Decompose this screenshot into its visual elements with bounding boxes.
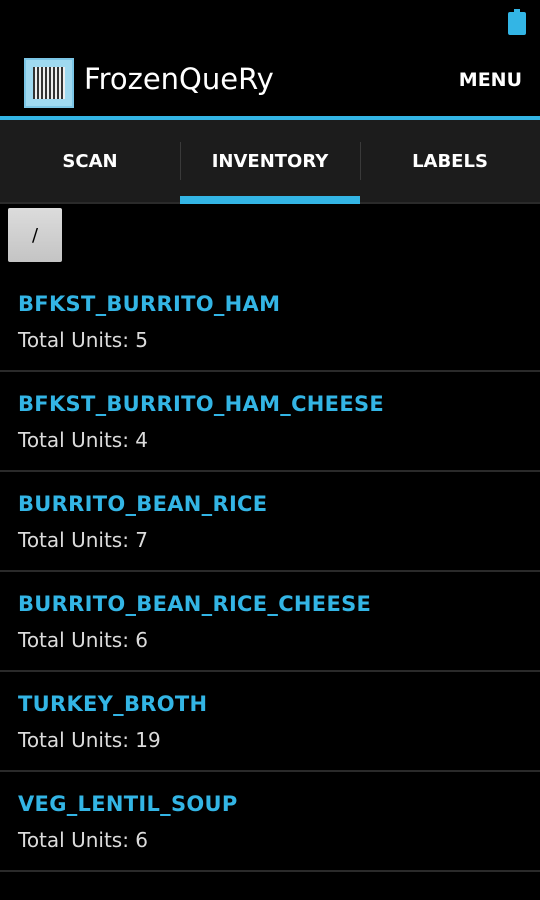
path-root-button[interactable]: / xyxy=(8,208,62,262)
item-name: BFKST_BURRITO_HAM xyxy=(18,292,281,316)
app-logo-icon xyxy=(24,58,74,108)
list-item[interactable]: TURKEY_BROTH Total Units: 19 xyxy=(0,672,540,772)
action-bar: FrozenQueRy MENU xyxy=(0,44,540,120)
item-units: Total Units: 19 xyxy=(18,728,161,752)
menu-button[interactable]: MENU xyxy=(459,69,522,91)
list-item[interactable]: BFKST_BURRITO_HAM_CHEESE Total Units: 4 xyxy=(0,372,540,472)
item-name: TURKEY_BROTH xyxy=(18,692,208,716)
battery-icon xyxy=(508,9,526,35)
inventory-list: BFKST_BURRITO_HAM Total Units: 5 BFKST_B… xyxy=(0,272,540,872)
item-units: Total Units: 6 xyxy=(18,628,149,652)
status-bar xyxy=(0,0,540,44)
item-units: Total Units: 5 xyxy=(18,328,149,352)
list-item[interactable]: BURRITO_BEAN_RICE_CHEESE Total Units: 6 xyxy=(0,572,540,672)
item-name: BURRITO_BEAN_RICE_CHEESE xyxy=(18,592,372,616)
list-item[interactable]: BURRITO_BEAN_RICE Total Units: 7 xyxy=(0,472,540,572)
app-title: FrozenQueRy xyxy=(84,62,274,96)
item-units: Total Units: 7 xyxy=(18,528,149,552)
tab-labels[interactable]: LABELS xyxy=(360,120,540,202)
item-name: BFKST_BURRITO_HAM_CHEESE xyxy=(18,392,385,416)
list-item[interactable]: BFKST_BURRITO_HAM Total Units: 5 xyxy=(0,272,540,372)
item-name: VEG_LENTIL_SOUP xyxy=(18,792,238,816)
tab-inventory[interactable]: INVENTORY xyxy=(180,120,360,204)
tab-bar: SCAN INVENTORY LABELS xyxy=(0,120,540,204)
list-item[interactable]: VEG_LENTIL_SOUP Total Units: 6 xyxy=(0,772,540,872)
tab-scan[interactable]: SCAN xyxy=(0,120,180,202)
item-units: Total Units: 6 xyxy=(18,828,149,852)
item-units: Total Units: 4 xyxy=(18,428,149,452)
item-name: BURRITO_BEAN_RICE xyxy=(18,492,268,516)
